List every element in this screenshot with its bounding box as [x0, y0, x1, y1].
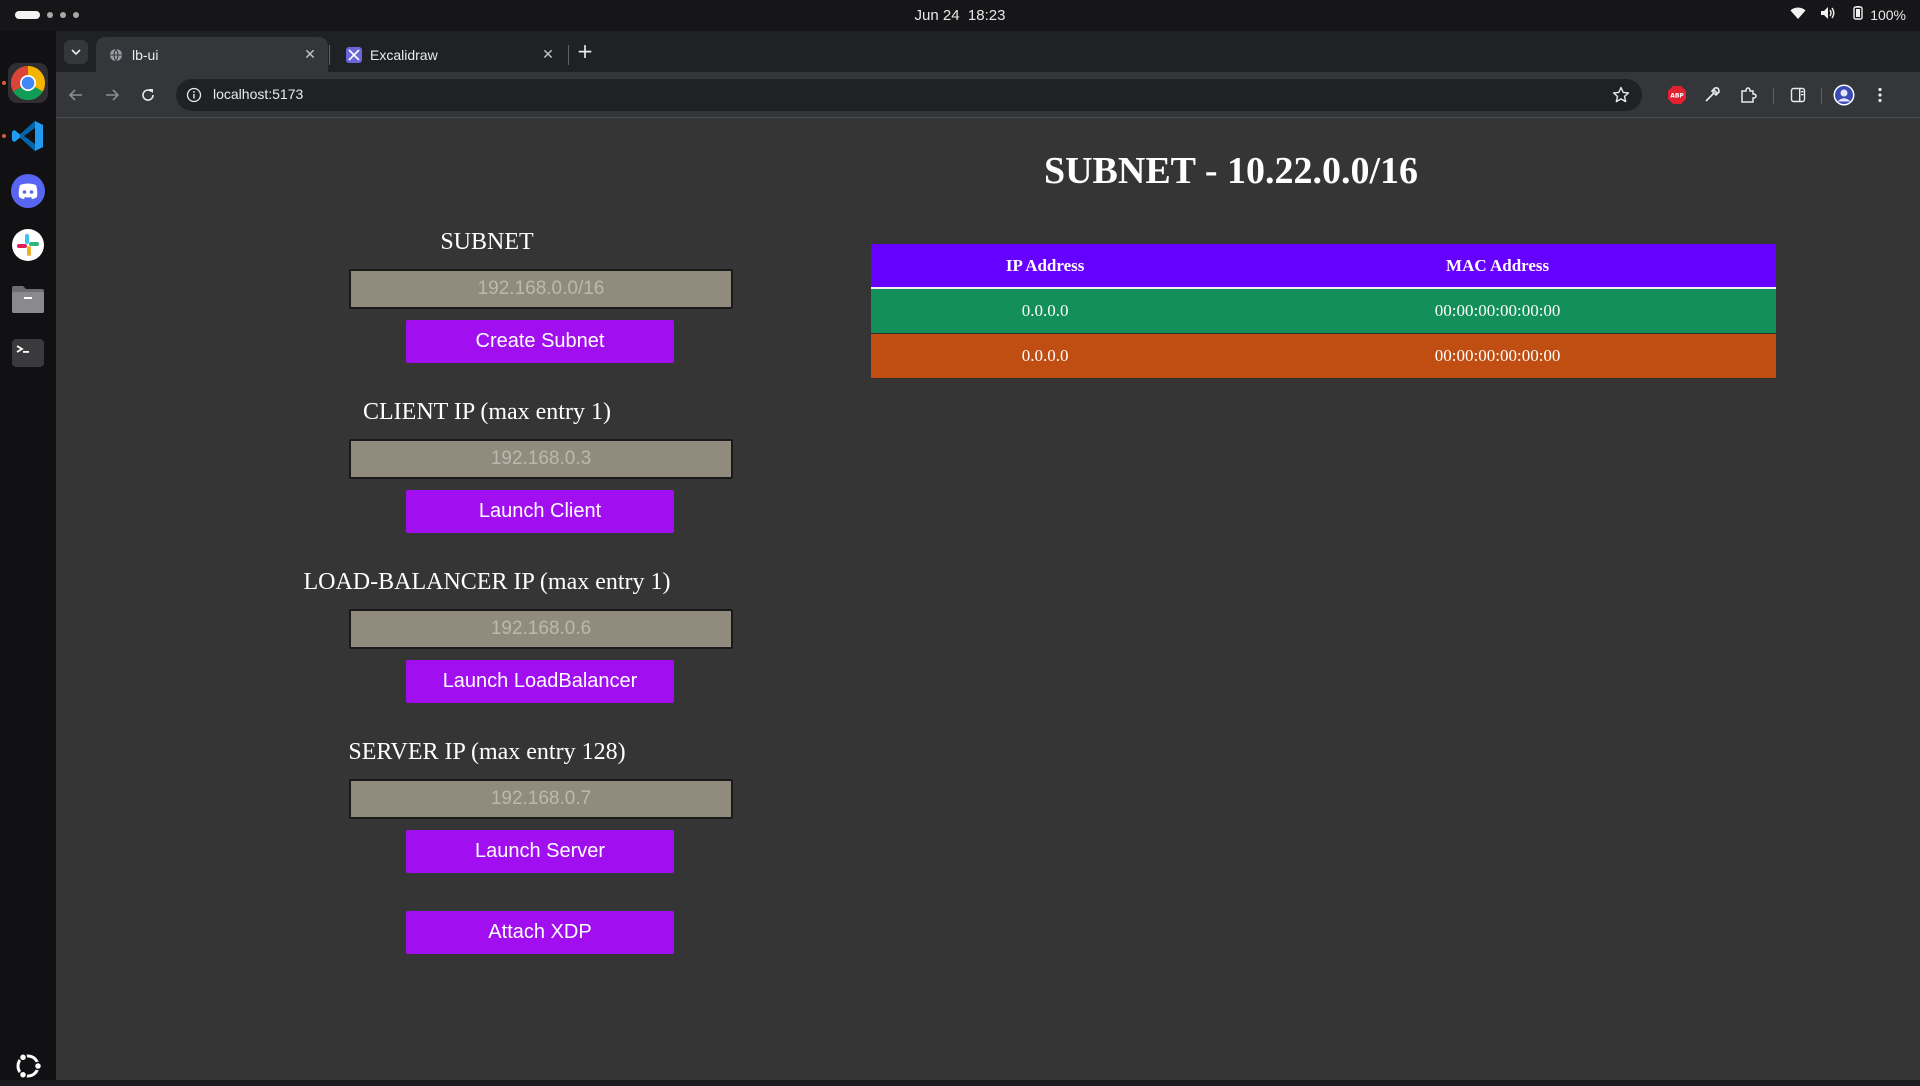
- ip-cell: 0.0.0.0: [871, 333, 1220, 379]
- subnet-input[interactable]: [349, 269, 733, 309]
- tab-lb-ui[interactable]: lb-ui ✕: [96, 37, 328, 72]
- create-subnet-button[interactable]: Create Subnet: [406, 320, 674, 363]
- running-indicator: [2, 81, 6, 85]
- column-header-ip: IP Address: [871, 244, 1220, 289]
- battery-percent: 100%: [1870, 6, 1906, 23]
- running-indicator: [2, 134, 6, 138]
- tab-title: lb-ui: [132, 46, 159, 63]
- loadbalancer-ip-input[interactable]: [349, 609, 733, 649]
- tab-title: Excalidraw: [370, 46, 438, 63]
- vscode-icon[interactable]: [8, 116, 48, 156]
- clock-time: 18:23: [967, 7, 1006, 24]
- chrome-icon[interactable]: [8, 63, 48, 103]
- toolbar-divider: [1821, 88, 1822, 104]
- kebab-menu-icon: [1878, 87, 1882, 103]
- wifi-icon: [1790, 6, 1806, 23]
- battery-icon: [1850, 6, 1866, 23]
- loadbalancer-ip-label: LOAD-BALANCER IP (max entry 1): [303, 569, 671, 595]
- close-icon[interactable]: ✕: [540, 46, 556, 62]
- tab-strip: lb-ui ✕ Excalidraw ✕ +: [56, 31, 1920, 72]
- globe-icon: [108, 47, 124, 63]
- extensions-icon[interactable]: [1736, 83, 1760, 107]
- site-info-icon[interactable]: [186, 87, 202, 107]
- color-picker-icon[interactable]: [1700, 83, 1724, 107]
- table-header-row: IP Address MAC Address: [871, 244, 1776, 289]
- server-ip-input[interactable]: [349, 779, 733, 819]
- ip-cell: 0.0.0.0: [871, 288, 1220, 334]
- tab-search-button[interactable]: [64, 40, 88, 64]
- table-row: 0.0.0.0 00:00:00:00:00:00: [871, 333, 1776, 379]
- toolbar-divider: [1773, 88, 1774, 104]
- browser-toolbar: localhost:5173 ABP: [56, 72, 1920, 118]
- launch-client-button[interactable]: Launch Client: [406, 490, 674, 533]
- url-text: localhost:5173: [213, 86, 304, 102]
- system-top-bar: Jun 24 18:23 100%: [0, 0, 1920, 31]
- clock[interactable]: Jun 24 18:23: [0, 7, 1920, 24]
- terminal-icon[interactable]: [8, 333, 48, 373]
- subnet-heading: SUBNET - 10.22.0.0/16: [1043, 150, 1419, 192]
- forward-button[interactable]: [100, 83, 124, 107]
- launch-loadbalancer-button[interactable]: Launch LoadBalancer: [406, 660, 674, 703]
- address-bar[interactable]: localhost:5173: [176, 79, 1642, 111]
- table-row: 0.0.0.0 00:00:00:00:00:00: [871, 288, 1776, 334]
- tab-divider: [329, 45, 330, 65]
- volume-icon: [1820, 6, 1836, 23]
- new-tab-button[interactable]: +: [573, 40, 597, 64]
- side-panel-icon[interactable]: [1786, 83, 1810, 107]
- chevron-down-icon: [71, 48, 81, 55]
- browser-window: lb-ui ✕ Excalidraw ✕ + localhost:5173 AB…: [56, 31, 1920, 1080]
- reload-icon: [142, 89, 154, 101]
- launch-server-button[interactable]: Launch Server: [406, 830, 674, 873]
- page-content: SUBNET Create Subnet CLIENT IP (max entr…: [56, 119, 1920, 1080]
- arrow-left-icon: [68, 89, 82, 101]
- bookmark-star-icon[interactable]: [1612, 86, 1630, 108]
- client-ip-label: CLIENT IP (max entry 1): [363, 399, 611, 425]
- clock-date: Jun 24: [914, 7, 960, 24]
- mac-cell: 00:00:00:00:00:00: [1219, 333, 1776, 379]
- dock: [0, 31, 56, 1080]
- subnet-label: SUBNET: [440, 229, 534, 255]
- chrome-menu-button[interactable]: [1868, 83, 1892, 107]
- close-icon[interactable]: ✕: [302, 46, 318, 62]
- arrow-right-icon: [106, 89, 120, 101]
- reload-button[interactable]: [136, 83, 160, 107]
- slack-icon[interactable]: [8, 225, 48, 265]
- adblock-icon[interactable]: ABP: [1665, 83, 1689, 107]
- svg-text:ABP: ABP: [1670, 93, 1684, 100]
- tab-excalidraw[interactable]: Excalidraw ✕: [334, 37, 566, 72]
- client-ip-input[interactable]: [349, 439, 733, 479]
- back-button[interactable]: [64, 83, 88, 107]
- system-tray[interactable]: 100%: [1790, 6, 1906, 23]
- profile-avatar[interactable]: [1832, 83, 1856, 107]
- attach-xdp-button[interactable]: Attach XDP: [406, 911, 674, 954]
- server-ip-label: SERVER IP (max entry 128): [348, 739, 626, 765]
- ubuntu-icon[interactable]: [8, 1046, 48, 1086]
- tab-divider: [568, 45, 569, 65]
- excalidraw-icon: [346, 46, 362, 63]
- mac-cell: 00:00:00:00:00:00: [1219, 288, 1776, 334]
- files-icon[interactable]: [8, 279, 48, 319]
- subnet-hosts-table: IP Address MAC Address 0.0.0.0 00:00:00:…: [871, 244, 1776, 379]
- discord-icon[interactable]: [8, 171, 48, 211]
- column-header-mac: MAC Address: [1219, 244, 1776, 289]
